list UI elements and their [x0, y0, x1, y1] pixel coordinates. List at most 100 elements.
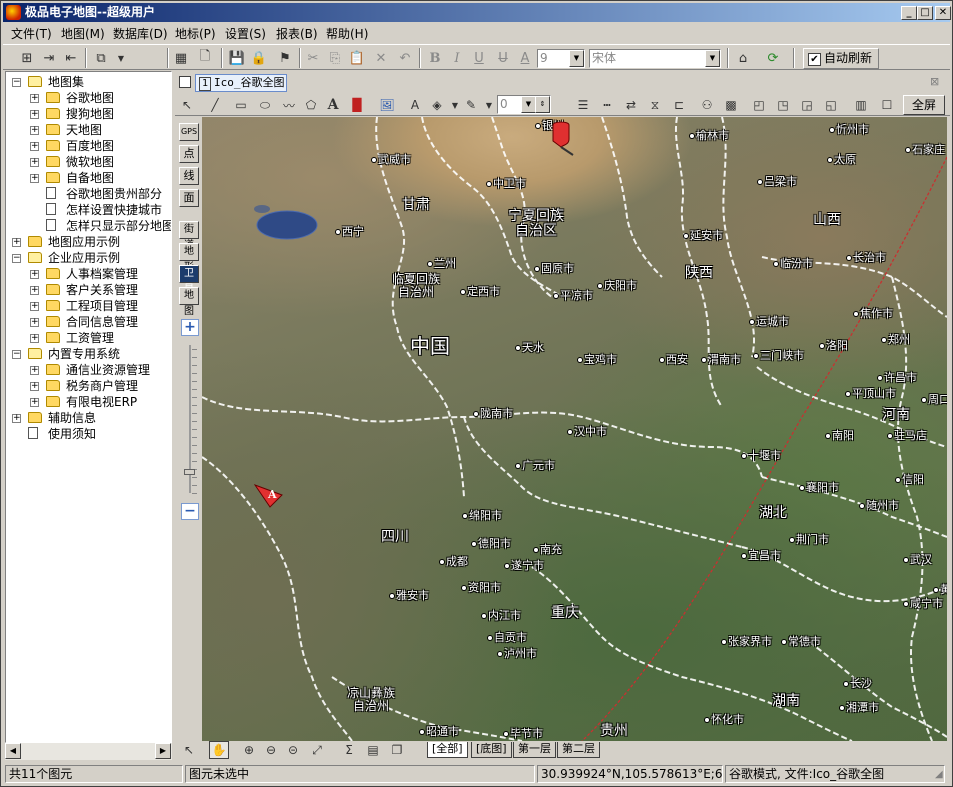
font-size-select[interactable]: 9 ▼: [537, 49, 585, 68]
paste-icon[interactable]: 📋: [347, 48, 367, 68]
delete-icon[interactable]: ✕: [371, 48, 391, 68]
expand-icon[interactable]: +: [30, 158, 39, 167]
map-pin-icon[interactable]: [547, 121, 577, 157]
menu-file[interactable]: 文件(T): [11, 25, 52, 42]
zoom-in-button[interactable]: +: [181, 319, 199, 336]
tree-item[interactable]: − 地图集: [6, 74, 171, 90]
tree-item[interactable]: + 客户关系管理: [6, 282, 171, 298]
chart-tool-icon[interactable]: ▐▌: [347, 95, 367, 115]
line-width-select[interactable]: 0 ▼ ⇕: [497, 95, 551, 114]
tree-item[interactable]: + 工资管理: [6, 330, 171, 346]
tree-item[interactable]: + 搜狗地图: [6, 106, 171, 122]
undo-icon[interactable]: ↶: [395, 48, 415, 68]
align-icon[interactable]: ⊏: [669, 95, 689, 115]
font-color-icon[interactable]: A: [515, 48, 535, 68]
layers-dropdown-icon[interactable]: ⧉: [91, 48, 111, 68]
bold-icon[interactable]: B: [425, 48, 445, 68]
find-person-icon[interactable]: ⚑: [275, 48, 295, 68]
image-layer-icon[interactable]: ▩: [721, 95, 741, 115]
tree-item[interactable]: + 地图应用示例: [6, 234, 171, 250]
select-arrow-icon[interactable]: ↖: [177, 95, 197, 115]
bring-forward-icon[interactable]: ◲: [797, 95, 817, 115]
chevron-down-icon[interactable]: ▼: [705, 50, 720, 67]
expand-icon[interactable]: +: [30, 174, 39, 183]
chevron-down-icon[interactable]: ▼: [111, 48, 131, 68]
tree-item[interactable]: + 天地图: [6, 122, 171, 138]
scroll-left-icon[interactable]: ◀: [5, 743, 21, 759]
tree-item[interactable]: − 内置专用系统: [6, 346, 171, 362]
chevron-down-icon[interactable]: ▼: [521, 96, 536, 113]
draw-rectangle-icon[interactable]: ▭: [231, 95, 251, 115]
strikethrough-icon[interactable]: U: [493, 48, 513, 68]
auto-refresh-checkbox[interactable]: ✔ 自动刷新: [803, 48, 879, 69]
menu-map[interactable]: 地图(M): [61, 25, 105, 42]
tree-item[interactable]: 谷歌地图贵州部分: [6, 186, 171, 202]
chevron-down-icon[interactable]: ▼: [569, 50, 584, 67]
satellite-map[interactable]: 甘肃 宁夏回族 自治区 山西 陕西 中国 河南 四川 湖北 重庆 湖南 贵州 临夏回族 自治州 凉山彝族 自治…: [202, 117, 947, 741]
expand-icon[interactable]: +: [30, 94, 39, 103]
save-icon[interactable]: 💾: [227, 48, 247, 68]
tree-item[interactable]: + 税务商户管理: [6, 378, 171, 394]
zoom-minus-icon[interactable]: ⊝: [283, 741, 303, 759]
frame-icon[interactable]: ☐: [877, 95, 897, 115]
title-bar[interactable]: 极品电子地图--超级用户 _ □ ✕: [3, 3, 951, 22]
expand-icon[interactable]: +: [30, 398, 39, 407]
tree-item[interactable]: + 谷歌地图: [6, 90, 171, 106]
chevron-down-icon[interactable]: ▼: [479, 95, 499, 115]
tree-item[interactable]: + 微软地图: [6, 154, 171, 170]
grid-icon[interactable]: ▦: [171, 48, 191, 68]
new-file-icon[interactable]: 🗋: [195, 48, 215, 68]
sum-icon[interactable]: Σ: [339, 741, 359, 759]
expand-icon[interactable]: +: [12, 238, 21, 247]
line-style-icon[interactable]: ☰: [573, 95, 593, 115]
tree-item[interactable]: 使用须知: [6, 426, 171, 442]
spinner-icon[interactable]: ⇕: [535, 96, 550, 113]
satellite-view-button[interactable]: 卫星: [179, 265, 199, 295]
tree-item[interactable]: 怎样设置快捷城市: [6, 202, 171, 218]
tree-item[interactable]: − 企业应用示例: [6, 250, 171, 266]
resize-grip-icon[interactable]: ◢: [935, 769, 943, 780]
expand-icon[interactable]: +: [30, 318, 39, 327]
expand-icon[interactable]: +: [30, 286, 39, 295]
expand-icon[interactable]: +: [30, 270, 39, 279]
zoom-out-icon[interactable]: ⊖: [261, 741, 281, 759]
zoom-in-icon[interactable]: ⊕: [239, 741, 259, 759]
tree-item[interactable]: + 工程项目管理: [6, 298, 171, 314]
windows-icon[interactable]: ❐: [387, 741, 407, 759]
layer-tab-all[interactable]: [全部]: [427, 742, 468, 758]
shape-style-icon[interactable]: ⧖: [645, 95, 665, 115]
expand-icon[interactable]: +: [30, 142, 39, 151]
pan-hand-icon[interactable]: ✋: [209, 741, 229, 759]
maximize-button[interactable]: □: [917, 6, 933, 20]
point-button[interactable]: 点: [179, 145, 199, 163]
menu-database[interactable]: 数据库(D): [113, 25, 168, 42]
expand-icon[interactable]: +: [30, 382, 39, 391]
dash-style-icon[interactable]: ┅: [597, 95, 617, 115]
font-name-select[interactable]: 宋体 ▼: [589, 49, 721, 68]
layout-icon[interactable]: ⊞: [17, 48, 37, 68]
send-back-icon[interactable]: ◳: [773, 95, 793, 115]
draw-polygon-icon[interactable]: ⬠: [301, 95, 321, 115]
draw-freehand-icon[interactable]: 〰: [279, 95, 299, 115]
fill-color-icon[interactable]: ◈: [427, 95, 447, 115]
minimize-button[interactable]: _: [901, 6, 917, 20]
text-style-icon[interactable]: A: [405, 95, 425, 115]
tree-item[interactable]: + 合同信息管理: [6, 314, 171, 330]
close-tab-icon[interactable]: ⊠: [930, 75, 939, 88]
columns-icon[interactable]: ▥: [851, 95, 871, 115]
expand-icon[interactable]: +: [30, 302, 39, 311]
send-backward-icon[interactable]: ◱: [821, 95, 841, 115]
layer-tab-base[interactable]: [底图]: [471, 742, 512, 758]
indent-icon[interactable]: ⇥: [39, 48, 59, 68]
zoom-slider-thumb[interactable]: [184, 469, 195, 475]
tree-item[interactable]: 怎样只显示部分地图: [6, 218, 171, 234]
street-view-button[interactable]: 街道: [179, 221, 199, 251]
fullscreen-button[interactable]: 全屏: [903, 95, 945, 115]
menu-help[interactable]: 帮助(H): [326, 25, 368, 42]
outdent-icon[interactable]: ⇤: [61, 48, 81, 68]
italic-icon[interactable]: I: [447, 48, 467, 68]
draw-ellipse-icon[interactable]: ⬭: [255, 95, 275, 115]
bring-front-icon[interactable]: ◰: [749, 95, 769, 115]
home-icon[interactable]: ⌂: [733, 48, 753, 68]
layer-tab-first[interactable]: 第一层: [513, 742, 556, 758]
